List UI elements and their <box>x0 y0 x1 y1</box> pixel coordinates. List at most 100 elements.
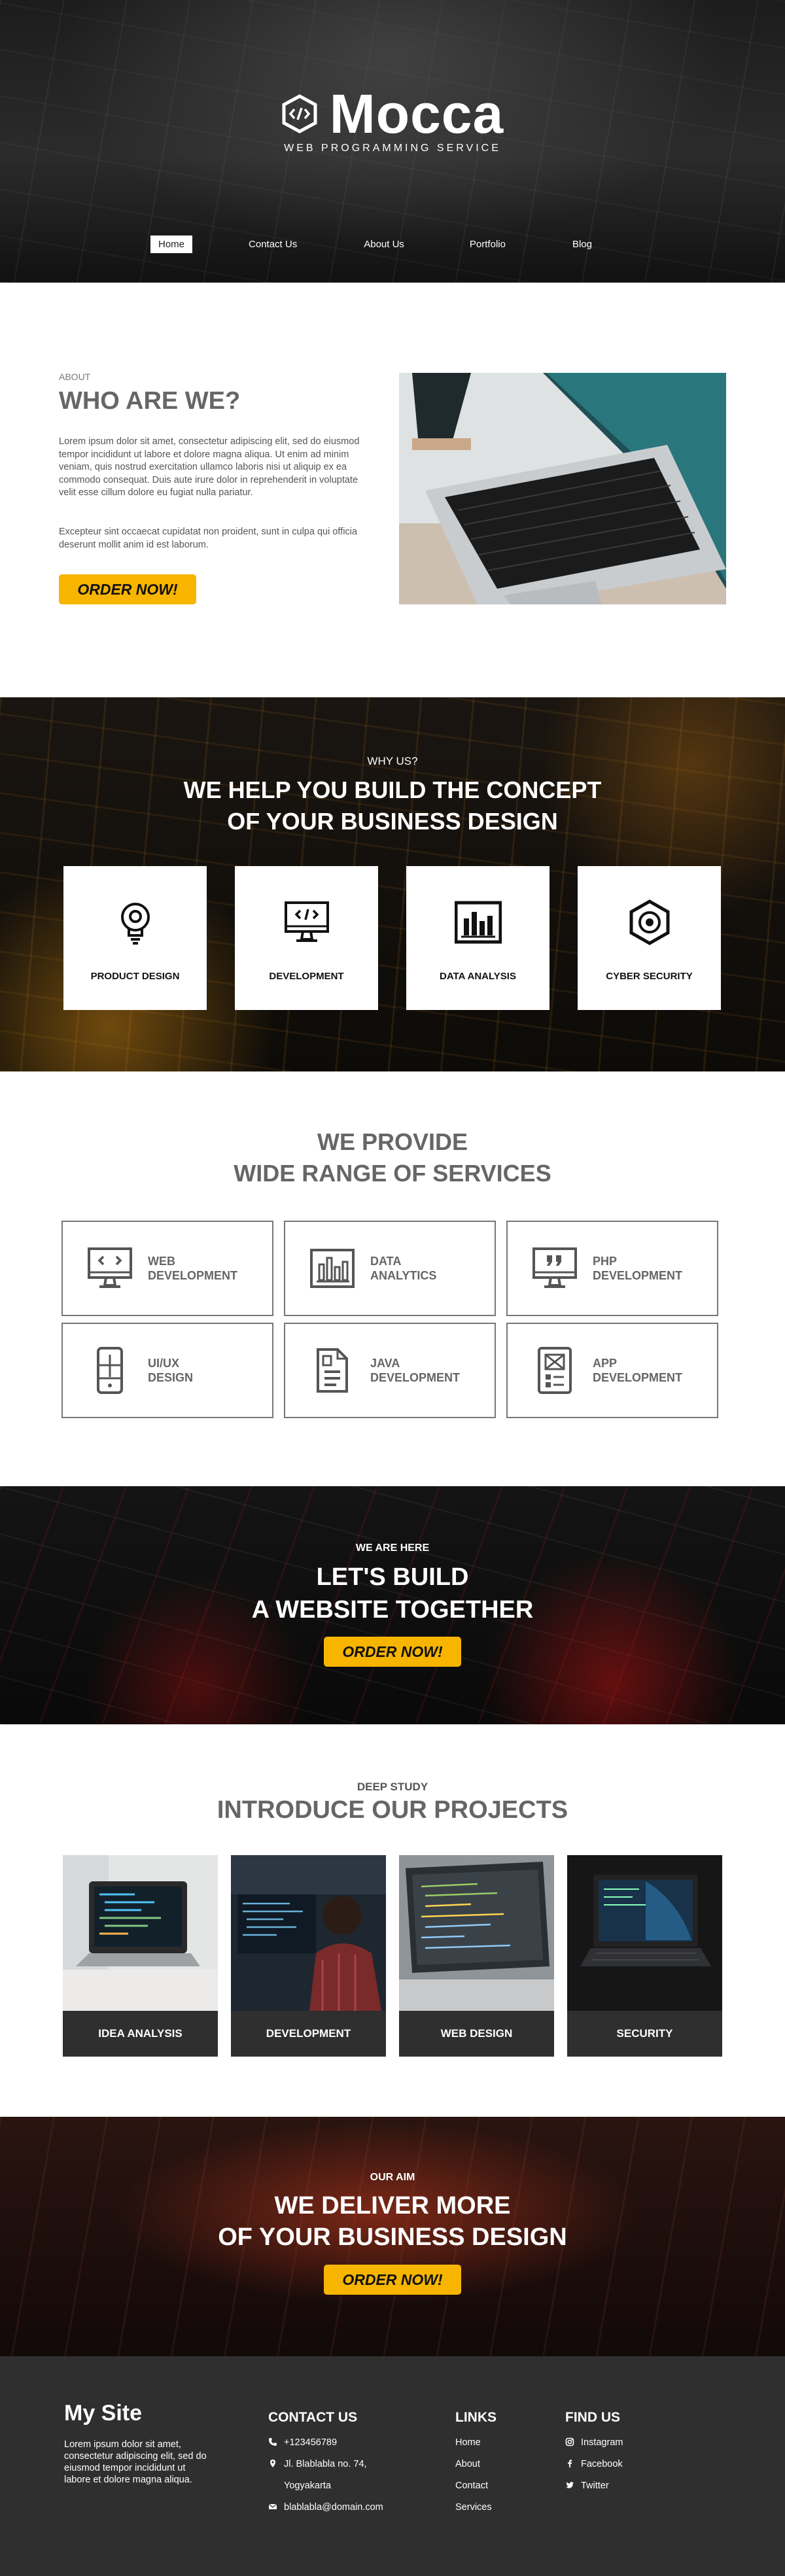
hero-section: Mocca WEB PROGRAMMING SERVICE Home Conta… <box>0 0 785 283</box>
service-java-development[interactable]: JAVA DEVELOPMENT <box>284 1323 496 1418</box>
footer-find-title: FIND US <box>565 2410 620 2425</box>
project-idea-analysis[interactable]: IDEA ANALYSIS <box>63 1855 218 2057</box>
projects-eyebrow: DEEP STUDY <box>357 1781 428 1793</box>
laptop-photo <box>399 373 726 604</box>
social-twitter-label: Twitter <box>581 2480 609 2491</box>
contact-phone-text: +123456789 <box>284 2437 338 2448</box>
monitor-code-icon <box>88 1247 132 1288</box>
contact-email[interactable]: blablabla@domain.com <box>268 2502 383 2524</box>
mail-icon <box>268 2503 277 2509</box>
why-us-title-line-2: OF YOUR BUSINESS DESIGN <box>227 808 558 835</box>
laptop-code-image <box>63 1855 218 2011</box>
contact-phone[interactable]: +123456789 <box>268 2437 383 2459</box>
contact-address-line-2: Yogyakarta <box>284 2480 332 2491</box>
location-pin-icon <box>270 2460 275 2467</box>
bar-chart-icon <box>310 1249 355 1288</box>
about-paragraph-1: Lorem ipsum dolor sit amet, consectetur … <box>59 436 360 498</box>
card-cyber-security[interactable]: CYBER SECURITY <box>578 866 721 1010</box>
cta-build-section: WE ARE HERE LET'S BUILD A WEBSITE TOGETH… <box>0 1486 785 1724</box>
service-web-development[interactable]: WEB DEVELOPMENT <box>61 1221 273 1316</box>
about-eyebrow: ABOUT <box>59 372 91 382</box>
hexagon-target-icon <box>629 899 669 945</box>
social-twitter[interactable]: Twitter <box>565 2480 623 2502</box>
service-app-development[interactable]: APP DEVELOPMENT <box>506 1323 718 1418</box>
nav-blog[interactable]: Blog <box>565 235 600 253</box>
services-grid: WEB DEVELOPMENT DATA ANALYTICS PHP DEVEL… <box>61 1221 718 1418</box>
cta-title-line-1: LET'S BUILD <box>316 1563 469 1591</box>
nav-home[interactable]: Home <box>150 235 193 253</box>
contact-email-text: blablabla@domain.com <box>284 2502 383 2513</box>
order-now-button[interactable]: ORDER NOW! <box>59 574 196 604</box>
footer-link-about[interactable]: About <box>455 2459 492 2480</box>
service-label-line-1: DATA <box>370 1255 402 1268</box>
code-hexagon-logo-icon <box>282 94 317 133</box>
service-ui-ux-design[interactable]: UI/UX DESIGN <box>61 1323 273 1418</box>
footer-link-contact[interactable]: Contact <box>455 2480 492 2502</box>
order-now-button[interactable]: ORDER NOW! <box>324 2265 461 2295</box>
service-label-line-1: JAVA <box>370 1357 400 1370</box>
cta-aim-eyebrow: OUR AIM <box>370 2172 415 2183</box>
footer-links-list: Home About Contact Services <box>455 2437 492 2524</box>
tagline: WEB PROGRAMMING SERVICE <box>284 143 501 154</box>
project-image <box>231 1855 386 2011</box>
order-now-button[interactable]: ORDER NOW! <box>324 1637 461 1667</box>
service-php-development[interactable]: PHP DEVELOPMENT <box>506 1221 718 1316</box>
main-nav: Home Contact Us About Us Portfolio Blog <box>150 235 600 253</box>
service-label-line-2: DEVELOPMENT <box>370 1371 461 1384</box>
developer-working-image <box>231 1855 386 2011</box>
service-label-line-1: APP <box>593 1357 618 1370</box>
card-data-analysis[interactable]: DATA ANALYSIS <box>406 866 550 1010</box>
services-title-line-1: WE PROVIDE <box>317 1128 468 1155</box>
twitter-icon <box>566 2482 574 2488</box>
service-label-line-2: DEVELOPMENT <box>593 1269 683 1282</box>
card-label: PRODUCT DESIGN <box>90 971 180 982</box>
card-label: DEVELOPMENT <box>269 971 344 982</box>
cta-title-line-2: A WEBSITE TOGETHER <box>251 1596 534 1624</box>
project-development[interactable]: DEVELOPMENT <box>231 1855 386 2057</box>
contact-address: Jl. Blablabla no. 74, <box>268 2459 383 2480</box>
service-label-line-2: DESIGN <box>148 1371 194 1384</box>
nav-contact-us[interactable]: Contact Us <box>241 235 305 253</box>
social-instagram[interactable]: Instagram <box>565 2437 623 2459</box>
footer-social-list: Instagram Facebook Twitter <box>565 2437 623 2502</box>
why-us-title-line-1: WE HELP YOU BUILD THE CONCEPT <box>183 776 602 803</box>
card-label: CYBER SECURITY <box>606 971 693 982</box>
footer-contact-list: +123456789 Jl. Blablabla no. 74, Yogyaka… <box>268 2437 383 2524</box>
card-label: DATA ANALYSIS <box>440 971 516 982</box>
card-product-design[interactable]: PRODUCT DESIGN <box>63 866 207 1010</box>
service-label: APP DEVELOPMENT <box>593 1356 697 1385</box>
brand[interactable]: Mocca <box>0 86 785 141</box>
projects-title: INTRODUCE OUR PROJECTS <box>217 1796 568 1824</box>
project-label: DEVELOPMENT <box>231 2011 386 2057</box>
cta-eyebrow: WE ARE HERE <box>355 1542 430 1554</box>
instagram-icon <box>565 2437 574 2446</box>
about-section: ABOUT WHO ARE WE? Lorem ipsum dolor sit … <box>0 283 785 697</box>
project-label: WEB DESIGN <box>399 2011 554 2057</box>
footer-link-services[interactable]: Services <box>455 2502 492 2524</box>
why-us-eyebrow: WHY US? <box>367 755 418 767</box>
monitor-quote-icon <box>532 1247 577 1288</box>
footer-link-home[interactable]: Home <box>455 2437 492 2459</box>
facebook-icon <box>568 2460 572 2467</box>
service-label-line-1: UI/UX <box>148 1357 180 1370</box>
service-label: WEB DEVELOPMENT <box>148 1254 253 1283</box>
card-development[interactable]: DEVELOPMENT <box>235 866 378 1010</box>
mobile-layout-icon <box>97 1347 123 1394</box>
service-label: JAVA DEVELOPMENT <box>370 1356 475 1385</box>
dark-laptop-image <box>567 1855 722 2011</box>
social-facebook[interactable]: Facebook <box>565 2459 623 2480</box>
project-web-design[interactable]: WEB DESIGN <box>399 1855 554 2057</box>
nav-portfolio[interactable]: Portfolio <box>462 235 514 253</box>
cta-aim-title-line-1: WE DELIVER MORE <box>274 2192 511 2219</box>
service-data-analytics[interactable]: DATA ANALYTICS <box>284 1221 496 1316</box>
laptop-screen-image <box>399 1855 554 2011</box>
nav-about-us[interactable]: About Us <box>356 235 412 253</box>
cta-title: LET'S BUILD A WEBSITE TOGETHER <box>0 1561 785 1626</box>
social-instagram-label: Instagram <box>581 2437 623 2448</box>
project-security[interactable]: SECURITY <box>567 1855 722 2057</box>
service-label-line-1: WEB <box>148 1255 175 1268</box>
footer-contact-title: CONTACT US <box>268 2410 358 2425</box>
service-label-line-1: PHP <box>593 1255 618 1268</box>
cta-aim-section: OUR AIM WE DELIVER MORE OF YOUR BUSINESS… <box>0 2117 785 2356</box>
